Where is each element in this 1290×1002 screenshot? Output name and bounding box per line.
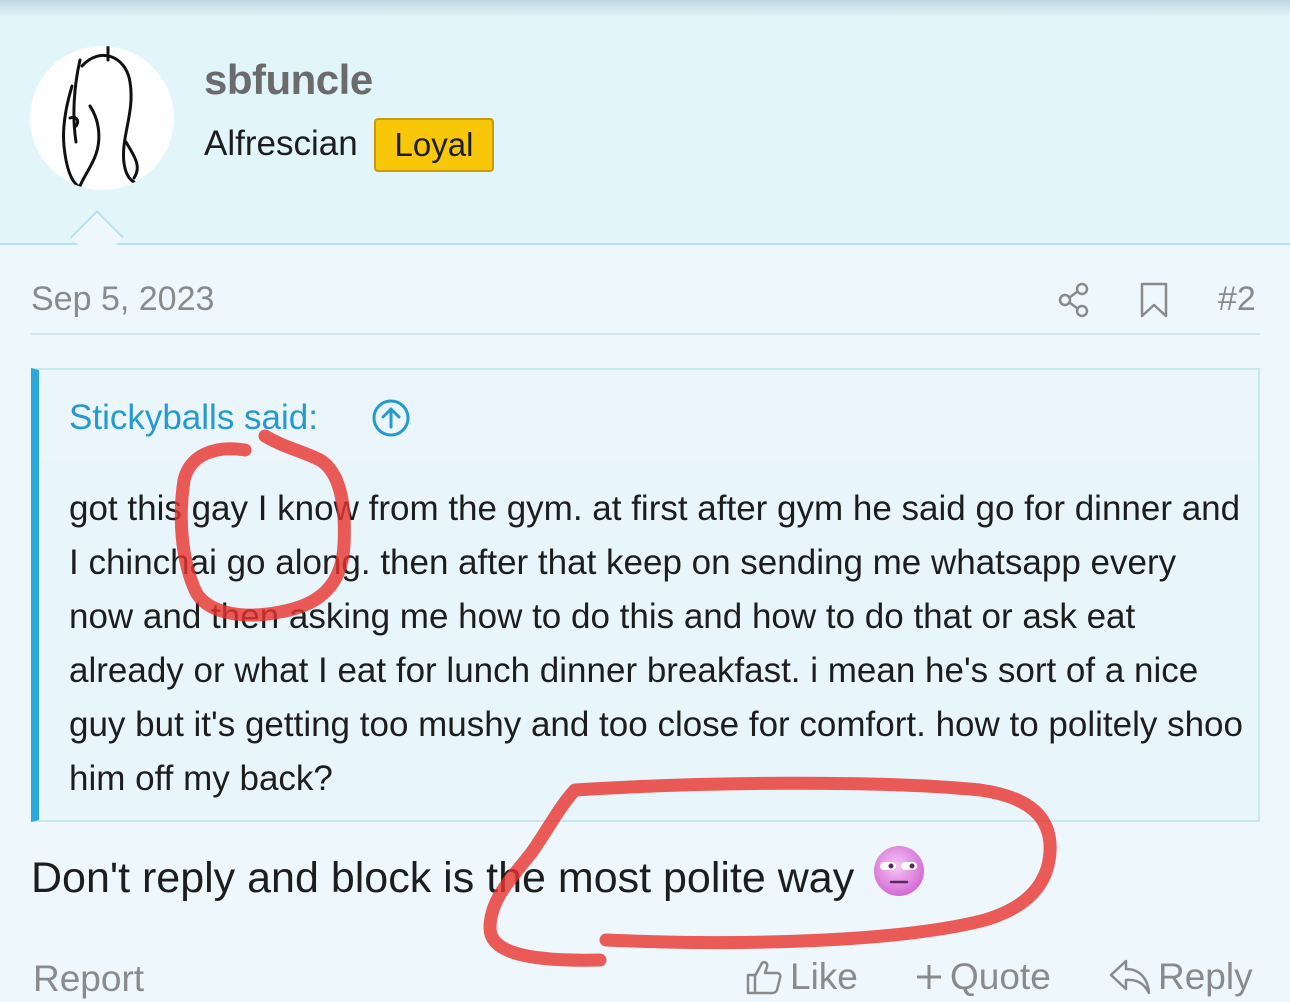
thumbs-up-icon bbox=[746, 960, 782, 995]
disappointed-face-emoji-icon bbox=[872, 844, 926, 909]
quote-attribution[interactable]: Stickyballs said: bbox=[69, 398, 318, 438]
top-strip bbox=[0, 0, 1290, 16]
share-icon[interactable] bbox=[1056, 282, 1092, 323]
user-badge: Loyal bbox=[374, 118, 494, 172]
quote-text: got this gay I know from the gym. at fir… bbox=[69, 489, 1243, 798]
plus-icon bbox=[917, 965, 941, 989]
report-link[interactable]: Report bbox=[33, 958, 144, 1000]
reply-label: Reply bbox=[1158, 956, 1253, 997]
reply-arrow-icon bbox=[1109, 959, 1151, 995]
user-title: Alfrescian bbox=[204, 124, 358, 163]
like-button[interactable]: Like bbox=[744, 956, 858, 998]
forum-post: sbfuncle Alfrescian Loyal Sep 5, 2023 #2… bbox=[0, 0, 1290, 1002]
avatar[interactable] bbox=[30, 46, 174, 190]
reply-button[interactable]: Reply bbox=[1108, 956, 1253, 998]
reply-text: Don't reply and block is the most polite… bbox=[31, 853, 855, 902]
bookmark-icon[interactable] bbox=[1138, 282, 1170, 323]
arrow-up-circle-icon[interactable] bbox=[371, 398, 411, 443]
username[interactable]: sbfuncle bbox=[204, 56, 373, 104]
reply-message: Don't reply and block is the most polite… bbox=[31, 846, 926, 909]
quote-label: Quote bbox=[950, 956, 1051, 997]
quote-button[interactable]: Quote bbox=[914, 956, 1051, 998]
avatar-drawing-icon bbox=[62, 46, 139, 188]
post-number-link[interactable]: #2 bbox=[1218, 280, 1256, 319]
post-date[interactable]: Sep 5, 2023 bbox=[31, 280, 214, 319]
user-info-block bbox=[0, 16, 1290, 244]
user-divider bbox=[0, 243, 1290, 245]
like-label: Like bbox=[790, 956, 858, 997]
quote-block: Stickyballs said: got this gay I know fr… bbox=[31, 368, 1260, 822]
meta-divider bbox=[31, 333, 1260, 335]
